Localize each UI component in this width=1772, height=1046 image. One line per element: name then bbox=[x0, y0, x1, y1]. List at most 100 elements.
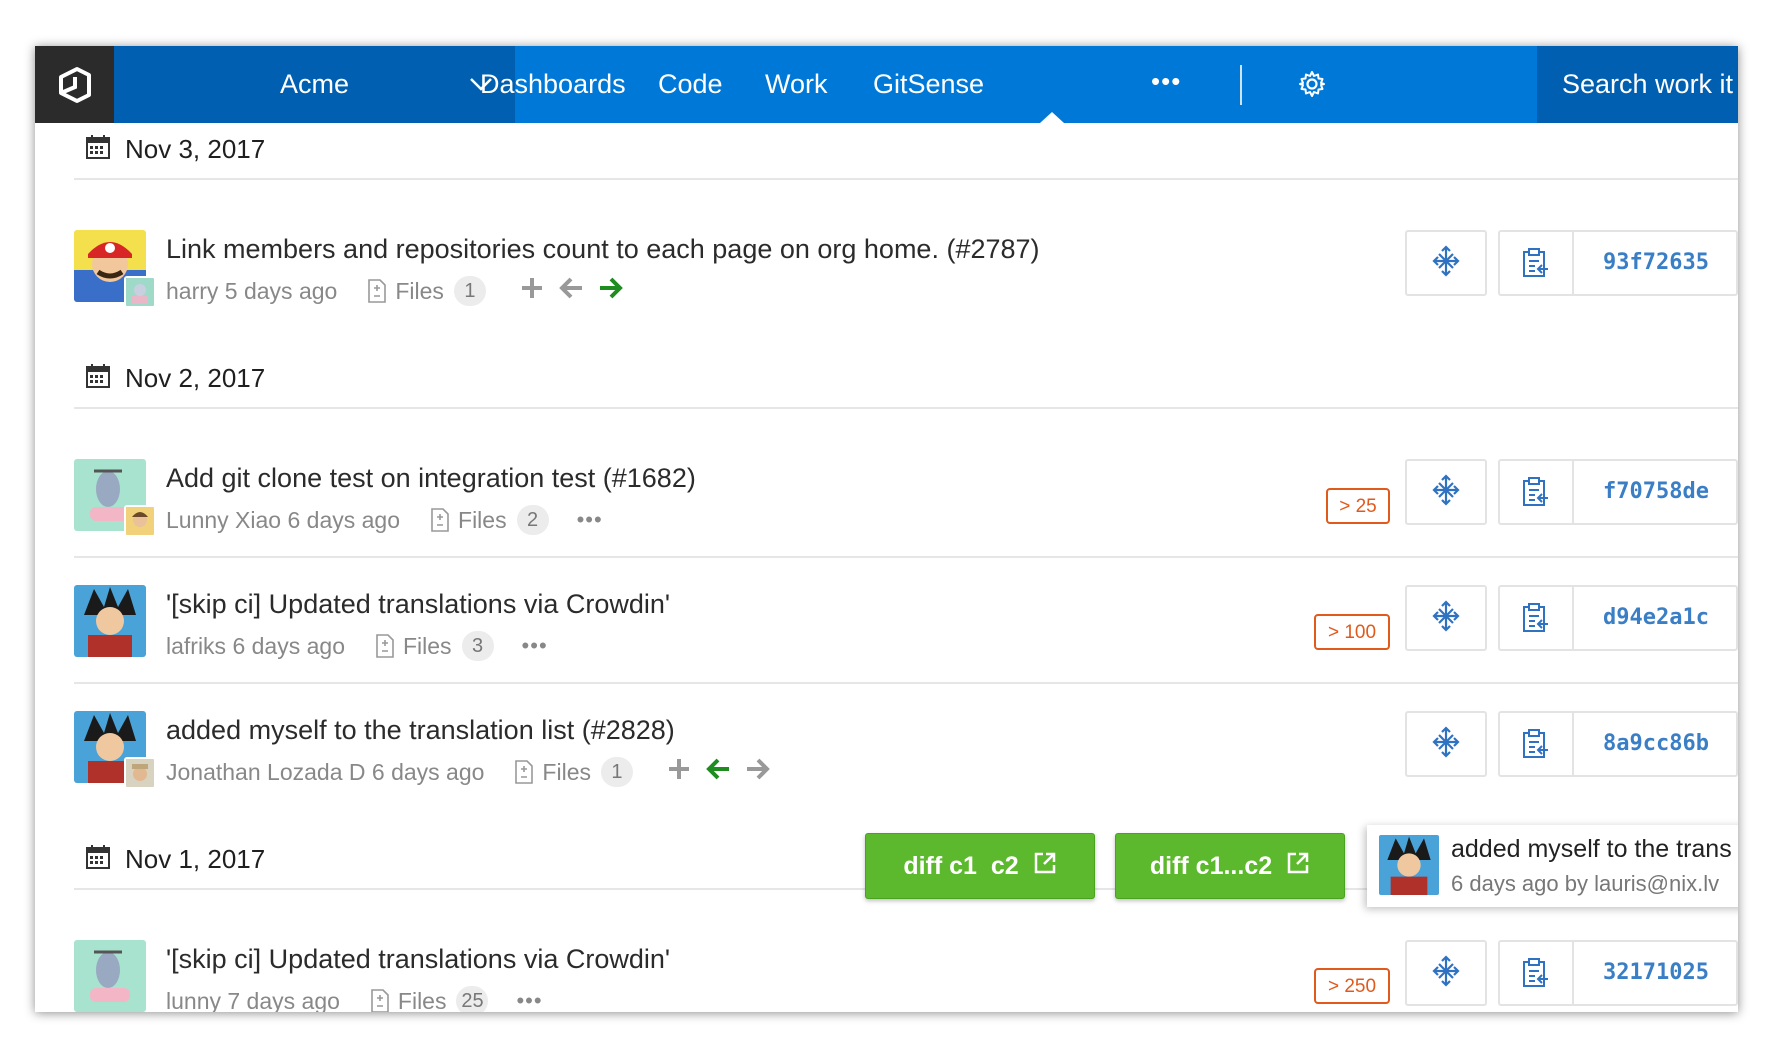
arrow-right-icon[interactable] bbox=[745, 757, 771, 787]
tooltip-title: added myself to the trans bbox=[1451, 835, 1732, 863]
external-link-icon bbox=[1033, 851, 1057, 882]
nav-work[interactable]: Work bbox=[765, 69, 828, 100]
diff-c1-range-c2-button[interactable]: diff c1...c2 bbox=[1115, 833, 1345, 899]
vsts-logo-icon[interactable] bbox=[35, 46, 114, 123]
nav-code[interactable]: Code bbox=[658, 69, 723, 100]
search-placeholder: Search work it bbox=[1562, 69, 1734, 99]
files-label[interactable]: Files bbox=[542, 759, 591, 786]
commit-sha[interactable]: 93f72635 bbox=[1574, 232, 1738, 294]
date-label: Nov 3, 2017 bbox=[125, 133, 266, 164]
commit-time: 6 days ago bbox=[371, 758, 485, 785]
branch-diagram-icon bbox=[1429, 599, 1463, 638]
files-count-badge: 3 bbox=[461, 631, 494, 661]
divider bbox=[74, 682, 1738, 684]
more-actions-button[interactable]: ••• bbox=[577, 507, 603, 533]
commit-title[interactable]: Add git clone test on integration test (… bbox=[166, 463, 696, 494]
copy-sha-button[interactable]: f70758de bbox=[1498, 459, 1738, 525]
app-window: Acme Dashboards Code Work GitSense ••• S… bbox=[35, 46, 1738, 1012]
arrow-left-icon[interactable] bbox=[705, 757, 731, 787]
date-header: Nov 1, 2017 bbox=[85, 839, 265, 879]
commit-title[interactable]: '[skip ci] Updated translations via Crow… bbox=[166, 944, 670, 975]
committer-avatar[interactable] bbox=[124, 276, 156, 308]
commit-sha[interactable]: 32171025 bbox=[1574, 942, 1738, 1004]
calendar-icon bbox=[85, 844, 111, 875]
files-count-badge: 25 bbox=[456, 986, 489, 1012]
copy-sha-button[interactable]: 8a9cc86b bbox=[1498, 711, 1738, 777]
commit-sha[interactable]: f70758de bbox=[1574, 461, 1738, 523]
nav-gitsense[interactable]: GitSense bbox=[873, 69, 984, 100]
project-selector[interactable]: Acme bbox=[114, 46, 515, 123]
copy-sha-button[interactable]: d94e2a1c bbox=[1498, 585, 1738, 651]
commit-graph-button[interactable] bbox=[1405, 711, 1487, 777]
more-actions-button[interactable]: ••• bbox=[516, 988, 542, 1012]
commit-title[interactable]: Link members and repositories count to e… bbox=[166, 234, 1040, 265]
branch-diagram-icon bbox=[1429, 725, 1463, 764]
files-label[interactable]: Files bbox=[398, 988, 447, 1013]
files-count-badge: 1 bbox=[453, 276, 486, 306]
file-diff-icon bbox=[370, 989, 390, 1012]
commit-meta: harry 5 days ago Files 1 bbox=[166, 276, 624, 306]
commit-graph-button[interactable] bbox=[1405, 459, 1487, 525]
clipboard-icon bbox=[1500, 587, 1574, 649]
commit-sha[interactable]: d94e2a1c bbox=[1574, 587, 1738, 649]
committer-avatar[interactable] bbox=[124, 505, 156, 537]
file-diff-icon bbox=[430, 508, 450, 532]
files-count-badge: 1 bbox=[600, 757, 633, 787]
commit-title[interactable]: added myself to the translation list (#2… bbox=[166, 715, 675, 746]
author-name[interactable]: Jonathan Lozada D bbox=[166, 759, 366, 786]
commit-tooltip: added myself to the trans 6 days ago by … bbox=[1367, 825, 1738, 907]
files-label[interactable]: Files bbox=[395, 278, 444, 305]
commit-graph-button[interactable] bbox=[1405, 230, 1487, 296]
date-label: Nov 1, 2017 bbox=[125, 843, 266, 874]
nav-more-button[interactable]: ••• bbox=[1151, 66, 1181, 97]
clipboard-icon bbox=[1500, 232, 1574, 294]
commit-graph-button[interactable] bbox=[1405, 585, 1487, 651]
copy-sha-button[interactable]: 32171025 bbox=[1498, 940, 1738, 1006]
branch-diagram-icon bbox=[1429, 244, 1463, 283]
external-link-icon bbox=[1286, 851, 1310, 882]
file-diff-icon bbox=[514, 760, 534, 784]
changes-size-badge: > 250 bbox=[1314, 968, 1390, 1004]
more-actions-button[interactable]: ••• bbox=[522, 633, 548, 659]
commit-meta: Jonathan Lozada D 6 days ago Files 1 bbox=[166, 757, 771, 787]
arrow-right-icon[interactable] bbox=[598, 276, 624, 306]
nav-divider bbox=[1240, 65, 1242, 105]
author-avatar[interactable] bbox=[74, 585, 146, 657]
commit-meta: Lunny Xiao 6 days ago Files 2 ••• bbox=[166, 505, 603, 535]
plus-icon[interactable] bbox=[667, 757, 691, 787]
nav-dashboards[interactable]: Dashboards bbox=[480, 69, 626, 100]
file-diff-icon bbox=[375, 634, 395, 658]
search-work-items-input[interactable]: Search work it bbox=[1537, 46, 1738, 123]
plus-icon[interactable] bbox=[520, 276, 544, 306]
author-name[interactable]: harry bbox=[166, 278, 218, 305]
diff-button-label: diff c1...c2 bbox=[1149, 851, 1273, 880]
author-name[interactable]: lafriks bbox=[166, 633, 226, 660]
gear-icon[interactable] bbox=[1297, 69, 1327, 104]
diff-c1-c2-button[interactable]: diff c1 c2 bbox=[865, 833, 1095, 899]
clipboard-icon bbox=[1500, 942, 1574, 1004]
calendar-icon bbox=[85, 363, 111, 394]
tooltip-subtitle: 6 days ago by lauris@nix.lv bbox=[1451, 871, 1720, 896]
commit-time: 7 days ago bbox=[227, 987, 340, 1013]
commit-title[interactable]: '[skip ci] Updated translations via Crow… bbox=[166, 589, 670, 620]
arrow-left-icon[interactable] bbox=[558, 276, 584, 306]
project-name: Acme bbox=[280, 69, 350, 99]
committer-avatar[interactable] bbox=[124, 757, 156, 789]
copy-sha-button[interactable]: 93f72635 bbox=[1498, 230, 1738, 296]
commit-sha[interactable]: 8a9cc86b bbox=[1574, 713, 1738, 775]
files-label[interactable]: Files bbox=[403, 633, 452, 660]
author-avatar[interactable] bbox=[74, 940, 146, 1012]
tooltip-avatar bbox=[1379, 835, 1439, 895]
top-navigation-bar: Acme Dashboards Code Work GitSense ••• S… bbox=[35, 46, 1738, 123]
divider bbox=[74, 407, 1738, 409]
files-label[interactable]: Files bbox=[458, 507, 507, 534]
commit-meta: lunny 7 days ago Files 25 ••• bbox=[166, 986, 543, 1012]
diff-button-label: diff c1 c2 bbox=[903, 851, 1019, 880]
commit-graph-button[interactable] bbox=[1405, 940, 1487, 1006]
clipboard-icon bbox=[1500, 713, 1574, 775]
author-name[interactable]: lunny bbox=[166, 988, 221, 1013]
files-count-badge: 2 bbox=[516, 505, 549, 535]
author-name[interactable]: Lunny Xiao bbox=[166, 507, 281, 534]
active-tab-indicator bbox=[1040, 112, 1064, 123]
divider bbox=[74, 556, 1738, 558]
